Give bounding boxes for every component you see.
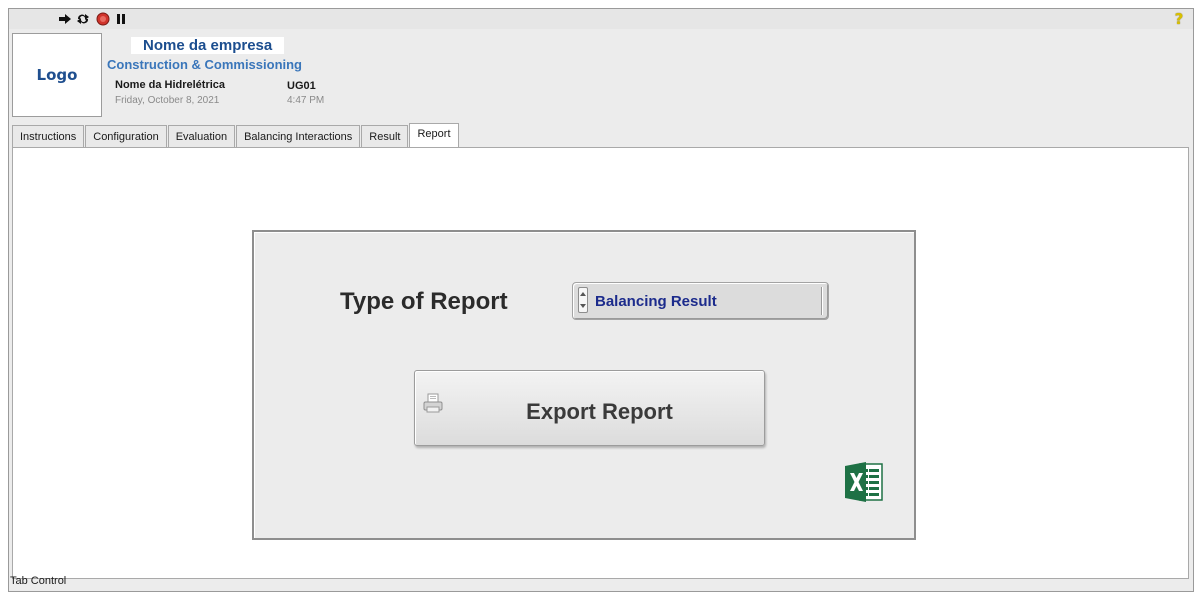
tab-balancing-interactions[interactable]: Balancing Interactions bbox=[236, 125, 361, 147]
export-report-label: Export Report bbox=[526, 399, 673, 424]
unit-id: UG01 bbox=[287, 80, 316, 92]
ring-divider bbox=[821, 287, 823, 315]
tab-control-caption: Tab Control bbox=[10, 575, 67, 587]
company-subtitle: Construction & Commissioning bbox=[107, 57, 302, 72]
logo: Logo bbox=[12, 33, 102, 117]
tab-instructions[interactable]: Instructions bbox=[12, 125, 85, 147]
pause-icon[interactable] bbox=[113, 11, 129, 27]
plant-name: Nome da Hidrelétrica bbox=[115, 79, 226, 91]
tab-bar: Instructions Configuration Evaluation Ba… bbox=[12, 123, 460, 148]
current-time: 4:47 PM bbox=[287, 95, 325, 106]
report-type-value: Balancing Result bbox=[595, 293, 717, 310]
tab-result[interactable]: Result bbox=[361, 125, 409, 147]
company-name: Nome da empresa bbox=[131, 37, 285, 54]
run-toolbar: ? bbox=[9, 9, 1193, 29]
export-report-button[interactable]: Export Report bbox=[414, 370, 765, 446]
run-arrow-icon[interactable] bbox=[57, 11, 73, 27]
report-type-ring[interactable]: Balancing Result bbox=[572, 282, 829, 320]
report-panel: Type of Report Balancing Result Export R… bbox=[252, 230, 916, 540]
context-help-icon[interactable]: ? bbox=[1171, 10, 1187, 28]
excel-icon bbox=[844, 460, 884, 504]
tab-evaluation[interactable]: Evaluation bbox=[167, 125, 236, 147]
current-date: Friday, October 8, 2021 bbox=[115, 95, 220, 106]
tab-report[interactable]: Report bbox=[409, 123, 459, 148]
ring-increment-decrement-icon[interactable] bbox=[578, 287, 588, 313]
tab-configuration[interactable]: Configuration bbox=[85, 125, 167, 147]
type-of-report-label: Type of Report bbox=[340, 288, 508, 315]
run-continuous-icon[interactable] bbox=[75, 11, 91, 27]
abort-icon[interactable] bbox=[95, 11, 111, 27]
